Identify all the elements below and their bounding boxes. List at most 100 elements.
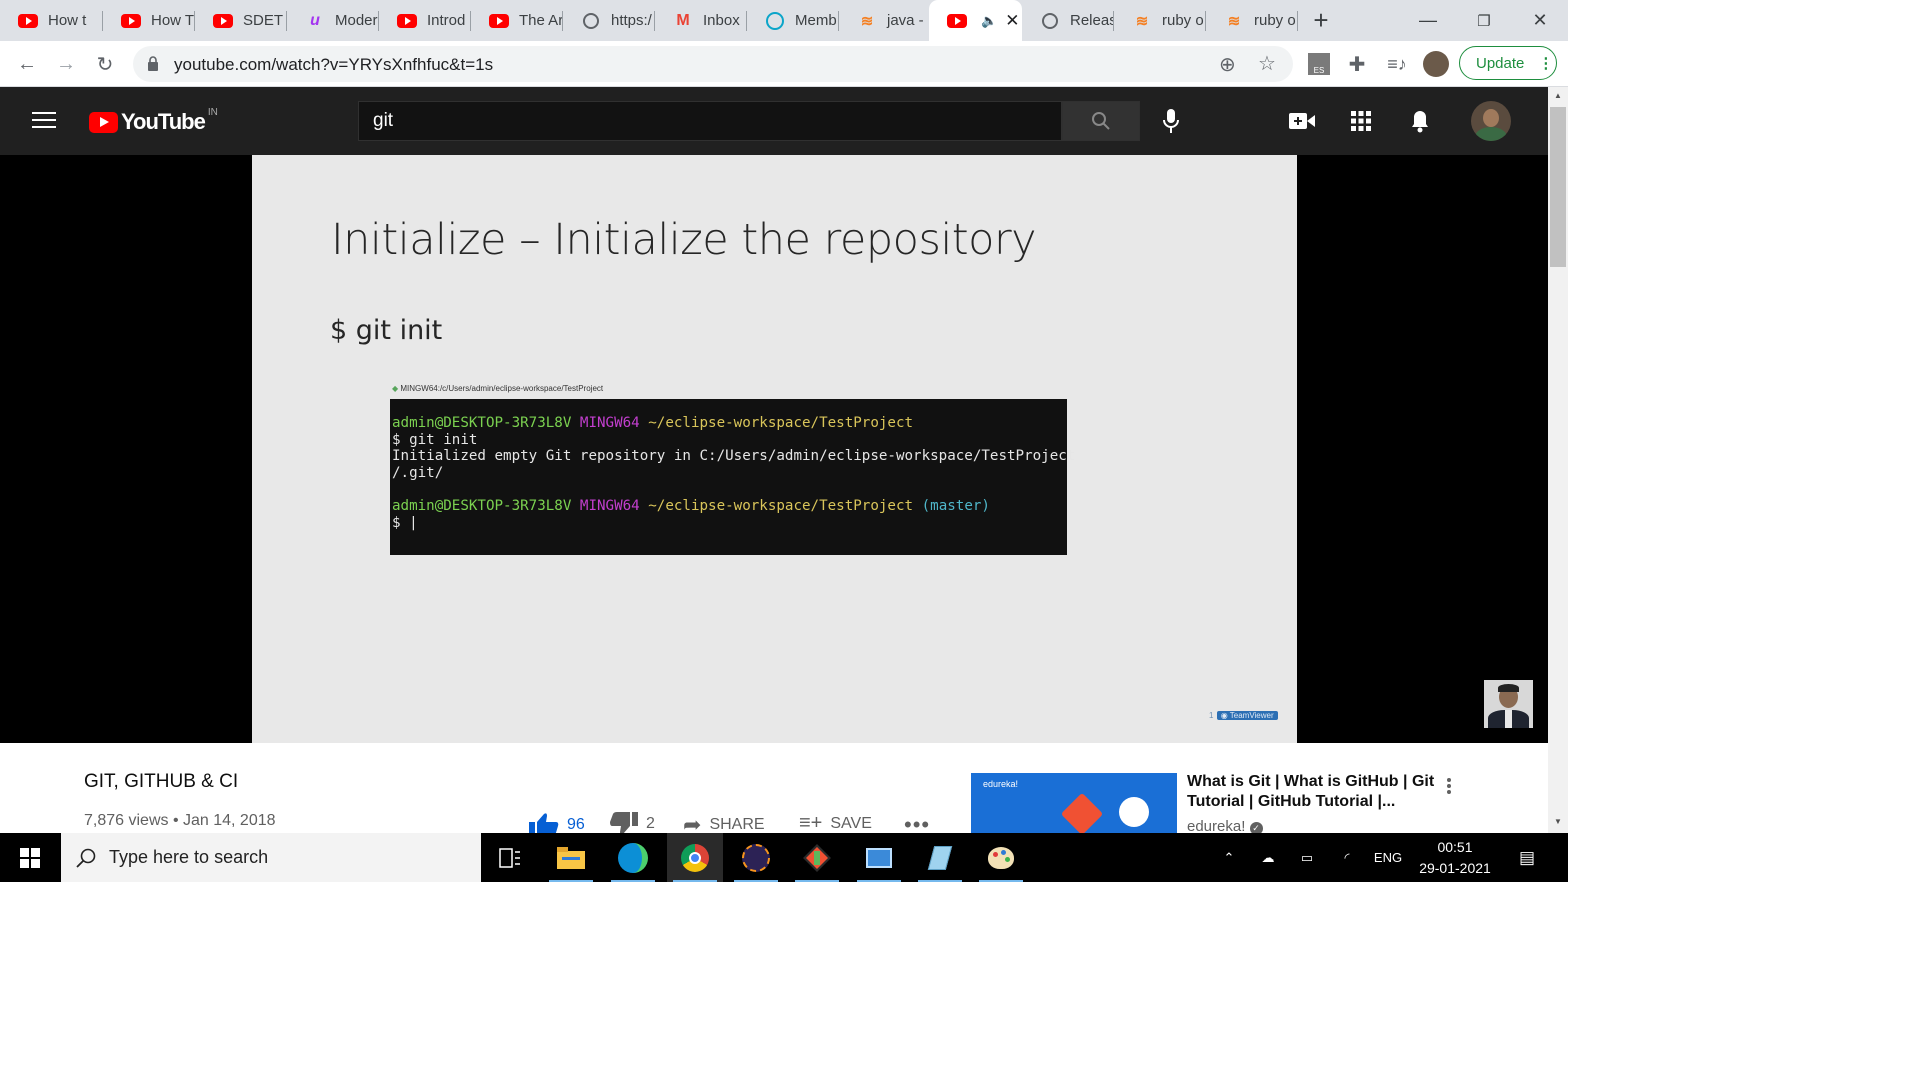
teamviewer-logo: ◉ TeamViewer [1216,711,1278,720]
scroll-up-arrow-icon[interactable]: ▲ [1554,91,1562,100]
video-player[interactable]: Initialize – Initialize the repository $… [0,155,1548,743]
bookmark-star-icon[interactable]: ☆ [1258,51,1276,76]
tab-title: SDET - [243,12,287,29]
chrome-browser-icon[interactable] [667,833,723,882]
profile-avatar[interactable] [1423,51,1449,77]
tab-title: How t [48,12,87,29]
globe-icon [581,12,601,29]
control-panel-icon[interactable] [851,833,907,882]
reload-button[interactable]: ↻ [90,49,120,79]
show-hidden-icons-icon[interactable]: ⌃ [1216,833,1242,882]
install-icon[interactable]: ⊕ [1219,52,1236,77]
terminal-line: Initialized empty Git repository in C:/U… [392,448,1076,465]
tab[interactable]: How t [0,0,103,41]
tab[interactable]: Releas [1022,0,1114,41]
tab-title: https:/ [611,12,652,29]
create-video-icon[interactable] [1288,107,1316,135]
stackoverflow-icon: ≋ [860,12,874,30]
eclipse-ide-icon[interactable] [728,833,784,882]
audio-playing-icon[interactable]: 🔈 [981,13,997,29]
youtube-play-icon [89,111,118,133]
close-tab-icon[interactable]: ✕ [1005,11,1019,31]
save-label: SAVE [830,814,872,832]
restore-button[interactable]: ❐ [1456,0,1512,41]
tab-title: Moder [335,12,378,29]
scrollbar-thumb[interactable] [1550,107,1566,267]
prompt-env: MINGW64 [579,415,640,431]
new-tab-button[interactable]: + [1296,0,1346,41]
site-icon [765,11,785,30]
windows-taskbar: Type here to search ⌃ ☁ ▭ ◜ ENG 00:51 29… [0,833,1568,882]
recommended-thumbnail[interactable]: edureka! [971,773,1177,833]
extensions-puzzle-icon[interactable]: ✚ [1342,49,1372,79]
battery-icon[interactable]: ▭ [1294,833,1320,882]
tab[interactable]: ≋ ruby o [1206,0,1298,41]
extension-icon[interactable]: ES [1308,53,1330,75]
search-input[interactable]: git [358,101,1062,141]
edge-browser-icon[interactable] [605,833,661,882]
tab[interactable]: ≋ java - [839,0,931,41]
tab[interactable]: SDET - [195,0,287,41]
close-window-button[interactable]: ✕ [1512,0,1568,41]
save-button[interactable]: ≡+ SAVE [799,812,872,835]
youtube-icon [213,13,233,28]
extension-badge: ES [1313,66,1325,75]
action-center-icon[interactable]: ▤ [1512,833,1542,882]
media-control-icon[interactable]: ≡♪ [1382,49,1412,79]
taskbar-search-input[interactable]: Type here to search [61,833,481,882]
thumbnail-brand: edureka! [983,779,1019,789]
tab[interactable]: ≋ ruby o [1114,0,1206,41]
user-avatar[interactable] [1471,101,1511,141]
hamburger-menu-icon[interactable] [32,112,56,130]
microphone-icon[interactable] [1157,107,1185,135]
system-clock[interactable]: 00:51 29-01-2021 [1408,837,1502,879]
tab-title: ruby o [1162,12,1204,29]
terminal-window-title: ◆ MINGW64:/c/Users/admin/eclipse-workspa… [392,384,603,393]
tab[interactable]: u Moder [287,0,379,41]
tab-active[interactable]: 🔈 ✕ [929,0,1022,41]
git-tools-icon[interactable] [789,833,845,882]
dislike-count: 2 [646,815,655,832]
forward-button[interactable]: → [51,49,81,79]
address-bar[interactable]: youtube.com/watch?v=YRYsXnfhfuc&t=1s ⊕ ☆ [133,46,1293,82]
notepad-icon[interactable] [912,833,968,882]
wifi-icon[interactable]: ◜ [1334,833,1360,882]
youtube-logo[interactable]: YouTube IN [89,107,218,135]
task-view-icon[interactable] [482,833,538,882]
recommended-menu-icon[interactable] [1444,776,1454,798]
update-button[interactable]: Update ⋮ [1459,46,1557,80]
terminal-caption-text: MINGW64:/c/Users/admin/eclipse-workspace… [400,384,604,393]
tab-title: The Ar [519,12,563,29]
windows-start-icon[interactable] [2,833,58,882]
minimize-button[interactable]: — [1400,0,1456,41]
tab[interactable]: M Inbox [655,0,747,41]
apps-grid-icon[interactable] [1347,107,1375,135]
slide-command: $ git init [330,315,443,346]
notifications-bell-icon[interactable] [1406,107,1434,135]
prompt-path: ~/eclipse-workspace/TestProject [648,415,914,431]
clock-date: 29-01-2021 [1419,860,1491,876]
scroll-down-arrow-icon[interactable]: ▼ [1554,817,1562,826]
prompt-env: MINGW64 [579,497,640,514]
tab[interactable]: Introd [379,0,471,41]
back-button[interactable]: ← [12,49,42,79]
terminal-line: /.git/ [392,464,444,481]
gmail-icon: M [676,11,690,29]
tab-title: Inbox [703,12,740,29]
page-scrollbar[interactable]: ▲ ▼ [1548,87,1568,833]
tab[interactable]: Memb [747,0,839,41]
tab-title: java - [887,12,924,29]
view-count: 7,876 views [84,812,169,829]
tab[interactable]: How T [103,0,195,41]
recommended-title[interactable]: What is Git | What is GitHub | Git Tutor… [1187,772,1437,812]
search-button[interactable] [1062,101,1140,141]
browser-toolbar: ← → ↻ youtube.com/watch?v=YRYsXnfhfuc&t=… [0,41,1568,87]
file-explorer-icon[interactable] [543,833,599,882]
tab[interactable]: https:/ [563,0,655,41]
onedrive-cloud-icon[interactable]: ☁ [1254,833,1282,882]
paint-icon[interactable] [973,833,1029,882]
input-language[interactable]: ENG [1370,833,1406,882]
prompt-user: admin@DESKTOP-3R73L8V [392,415,572,431]
tab[interactable]: The Ar [471,0,563,41]
search-icon [76,848,96,868]
